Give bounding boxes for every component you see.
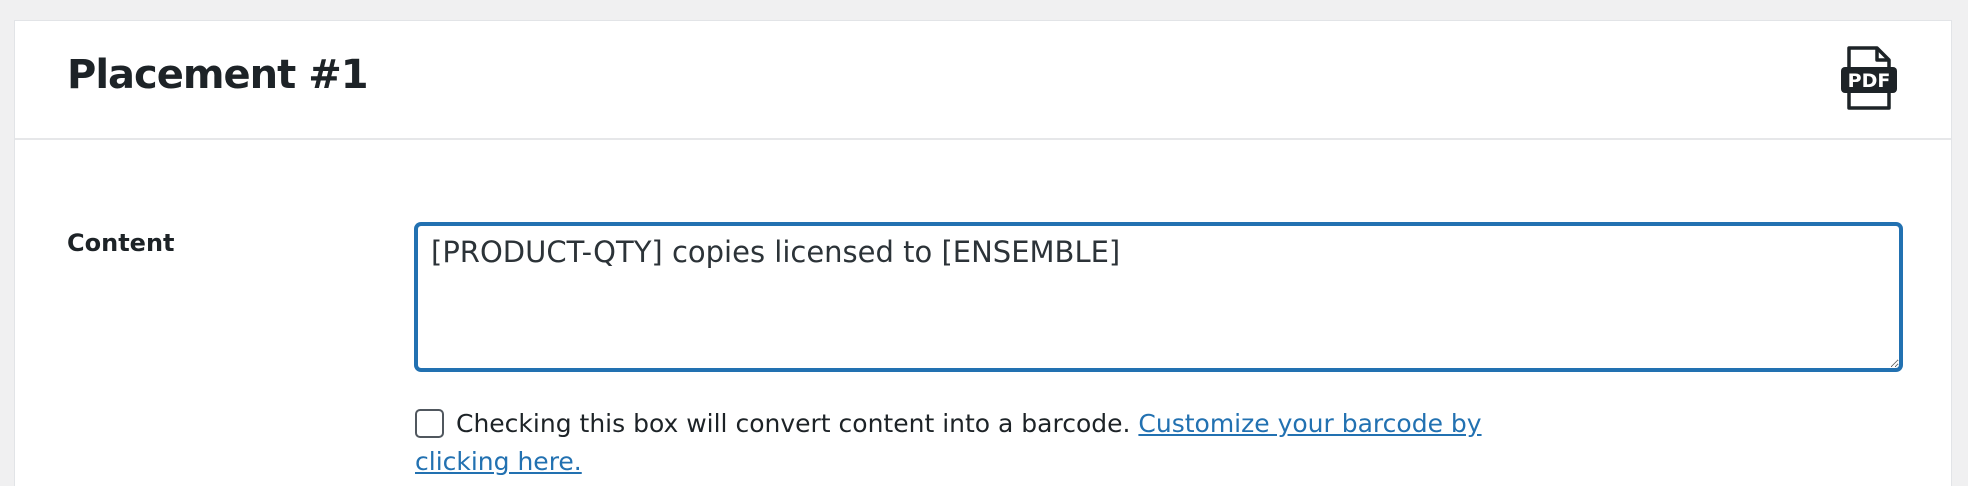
placement-panel: Placement #1 PDF Content [PRODUCT-QTY] c…	[14, 20, 1952, 486]
content-textarea[interactable]: [PRODUCT-QTY] copies licensed to [ENSEMB…	[415, 223, 1902, 371]
pdf-icon-text: PDF	[1848, 70, 1891, 92]
pdf-file-icon[interactable]: PDF	[1839, 45, 1899, 111]
content-label: Content	[67, 229, 175, 257]
barcode-option: Checking this box will convert content i…	[415, 405, 1575, 481]
barcode-description: Checking this box will convert content i…	[456, 409, 1131, 438]
placement-title: Placement #1	[67, 52, 369, 98]
barcode-checkbox[interactable]	[415, 409, 444, 438]
placement-header: Placement #1 PDF	[15, 21, 1951, 140]
